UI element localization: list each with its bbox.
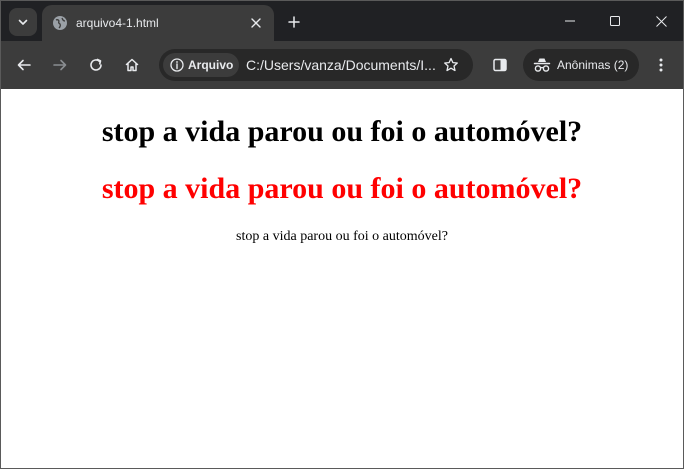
site-info-label: Arquivo xyxy=(188,58,234,72)
close-icon xyxy=(655,15,667,27)
tab-strip: arquivo4-1.html xyxy=(1,1,683,41)
heading-primary: stop a vida parou ou foi o automóvel? xyxy=(101,115,583,148)
heading-red: stop a vida parou ou foi o automóvel? xyxy=(101,172,583,205)
star-icon xyxy=(444,57,458,72)
arrow-left-icon xyxy=(17,59,31,71)
maximize-button[interactable] xyxy=(592,1,638,41)
kebab-menu-icon xyxy=(659,58,663,72)
tab-close-button[interactable] xyxy=(246,13,266,33)
home-button[interactable] xyxy=(120,53,144,77)
reload-button[interactable] xyxy=(84,53,108,77)
new-tab-button[interactable] xyxy=(282,10,306,34)
incognito-profile-button[interactable]: Anônimas (2) xyxy=(523,49,639,81)
body-paragraph: stop a vida parou ou foi o automóvel? xyxy=(236,229,448,244)
close-icon xyxy=(251,18,261,28)
side-panel-button[interactable] xyxy=(488,53,512,77)
chevron-down-icon xyxy=(18,19,28,25)
tab-search-button[interactable] xyxy=(9,8,37,36)
toolbar: Arquivo C:/Users/vanza/Documents/I... An… xyxy=(1,41,683,89)
browser-window: arquivo4-1.html Arquivo C:/Users/vanza/D… xyxy=(0,0,684,469)
reload-icon xyxy=(90,58,102,71)
minimize-icon xyxy=(565,20,575,22)
plus-icon xyxy=(288,16,300,28)
active-tab[interactable]: arquivo4-1.html xyxy=(42,5,274,41)
maximize-icon xyxy=(610,16,620,26)
incognito-icon xyxy=(533,58,551,72)
arrow-right-icon xyxy=(53,59,67,71)
globe-icon xyxy=(53,16,67,30)
side-panel-icon xyxy=(493,58,507,72)
close-window-button[interactable] xyxy=(638,1,683,41)
address-bar[interactable]: Arquivo C:/Users/vanza/Documents/I... xyxy=(159,49,473,81)
minimize-button[interactable] xyxy=(547,1,593,41)
page-content: stop a vida parou ou foi o automóvel? st… xyxy=(1,89,683,468)
home-icon xyxy=(125,58,139,72)
menu-button[interactable] xyxy=(649,53,673,77)
back-button[interactable] xyxy=(12,53,36,77)
bookmark-button[interactable] xyxy=(441,55,461,75)
tab-title: arquivo4-1.html xyxy=(76,16,159,30)
info-icon xyxy=(170,58,184,72)
incognito-label: Anônimas (2) xyxy=(557,58,629,72)
url-text[interactable]: C:/Users/vanza/Documents/I... xyxy=(246,57,436,73)
site-info-chip[interactable]: Arquivo xyxy=(163,53,239,77)
forward-button[interactable] xyxy=(48,53,72,77)
